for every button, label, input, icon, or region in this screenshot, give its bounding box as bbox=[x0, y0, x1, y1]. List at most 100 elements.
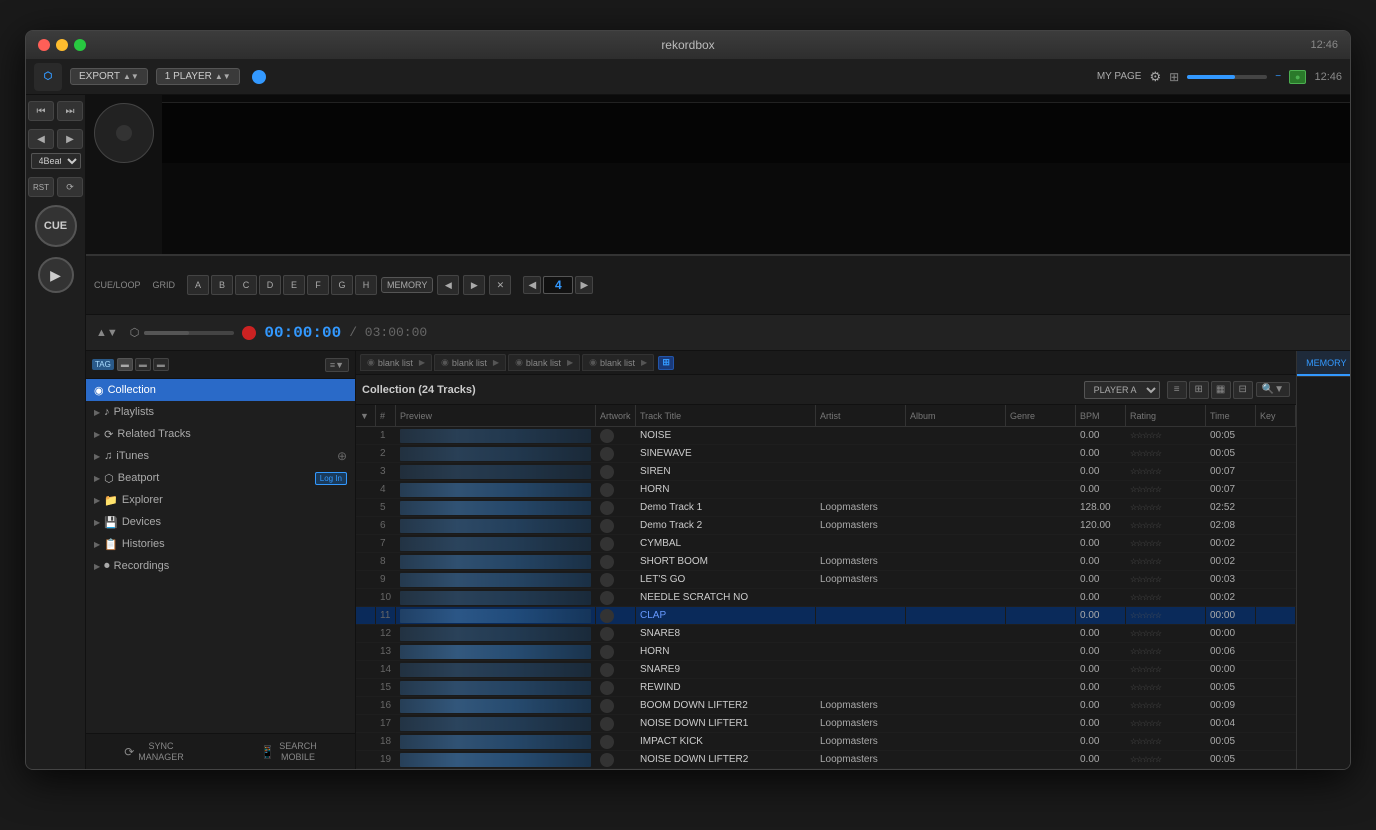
memory-tab[interactable]: MEMORY bbox=[1297, 351, 1351, 376]
track-row[interactable]: 10 NEEDLE SCRATCH NO 0.00 ☆☆☆☆☆ 00:02 bbox=[356, 589, 1296, 607]
sidebar-item-devices[interactable]: ▶ 💾 Devices bbox=[86, 511, 355, 533]
track-num-16: 17 bbox=[376, 715, 396, 732]
list-view-btn[interactable]: ≡ bbox=[1167, 381, 1187, 399]
pad-b[interactable]: B bbox=[211, 275, 233, 295]
left-controls: ⏮ ⏭ ◀ ▶ 4Beats 🔍 RST ⟳ ◁ CUE ▶ bbox=[26, 95, 86, 769]
track-row[interactable]: 1 NOISE 0.00 ☆☆☆☆☆ 00:05 bbox=[356, 427, 1296, 445]
cue-button[interactable]: CUE bbox=[35, 205, 77, 247]
record-button[interactable] bbox=[242, 326, 256, 340]
sidebar-item-beatport[interactable]: ▶ ⬡ Beatport Log In bbox=[86, 467, 355, 489]
track-filter-7 bbox=[356, 553, 376, 570]
search-button[interactable]: 🔍▼ bbox=[1256, 382, 1290, 397]
track-row[interactable]: 12 SNARE8 0.00 ☆☆☆☆☆ 00:00 bbox=[356, 625, 1296, 643]
sidebar-view-btn-3[interactable]: ▬ bbox=[153, 358, 169, 371]
volume-bar[interactable] bbox=[1187, 75, 1267, 79]
mini-wave-7 bbox=[400, 555, 591, 569]
forward-button[interactable]: ▶ bbox=[57, 129, 83, 149]
recordings-icon: ⏺ bbox=[104, 560, 110, 573]
track-row[interactable]: 11 CLAP 0.00 ☆☆☆☆☆ 00:00 bbox=[356, 607, 1296, 625]
sidebar-item-collection[interactable]: ◉ Collection bbox=[86, 379, 355, 401]
skip-forward-button[interactable]: ⏭ bbox=[57, 101, 83, 121]
track-album-15 bbox=[906, 697, 1006, 714]
th-artist: Artist bbox=[816, 405, 906, 426]
sidebar-item-explorer[interactable]: ▶ 📁 Explorer bbox=[86, 489, 355, 511]
tempo-up-icon[interactable]: ▲▼ bbox=[94, 325, 120, 341]
track-row[interactable]: 9 LET'S GO Loopmasters 0.00 ☆☆☆☆☆ 00:03 bbox=[356, 571, 1296, 589]
sidebar-item-recordings[interactable]: ▶ ⏺ Recordings bbox=[86, 555, 355, 577]
artwork-mini-11 bbox=[600, 627, 614, 641]
loop-nav-next[interactable]: ▶ bbox=[575, 276, 593, 294]
track-row[interactable]: 14 SNARE9 0.00 ☆☆☆☆☆ 00:00 bbox=[356, 661, 1296, 679]
track-row[interactable]: 2 SINEWAVE 0.00 ☆☆☆☆☆ 00:05 bbox=[356, 445, 1296, 463]
track-row[interactable]: 15 REWIND 0.00 ☆☆☆☆☆ 00:05 bbox=[356, 679, 1296, 697]
sidebar-item-related[interactable]: ▶ ⟳ Related Tracks bbox=[86, 423, 355, 445]
sidebar-view-btn-1[interactable]: ▬ bbox=[117, 358, 133, 371]
sidebar-item-histories[interactable]: ▶ 📋 Histories bbox=[86, 533, 355, 555]
pad-a[interactable]: A bbox=[187, 275, 209, 295]
pad-g[interactable]: G bbox=[331, 275, 353, 295]
pad-f[interactable]: F bbox=[307, 275, 329, 295]
vol-minus-icon[interactable]: − bbox=[1275, 71, 1281, 82]
track-table[interactable]: ▼ # Preview Artwork Track Title Artist A… bbox=[356, 405, 1296, 769]
track-row[interactable]: 18 IMPACT KICK Loopmasters 0.00 ☆☆☆☆☆ 00… bbox=[356, 733, 1296, 751]
itunes-add-icon[interactable]: ⊕ bbox=[337, 449, 347, 463]
deck-tab-2[interactable]: ◉ blank list ▶ bbox=[434, 354, 506, 371]
sync-manager-button[interactable]: ⟳ SYNC MANAGER bbox=[118, 739, 190, 765]
sidebar-view-btn-2[interactable]: ▬ bbox=[135, 358, 151, 371]
maximize-button[interactable] bbox=[74, 39, 86, 51]
track-rating-11: ☆☆☆☆☆ bbox=[1126, 625, 1206, 642]
loop-play-btn[interactable]: ▶ bbox=[463, 275, 485, 295]
track-bpm-14: 0.00 bbox=[1076, 679, 1126, 696]
track-row[interactable]: 5 Demo Track 1 Loopmasters 128.00 ☆☆☆☆☆ … bbox=[356, 499, 1296, 517]
loop-btn[interactable]: ⟳ bbox=[57, 177, 83, 197]
loop-prev-btn[interactable]: ◀ bbox=[437, 275, 459, 295]
minimize-button[interactable] bbox=[56, 39, 68, 51]
track-row[interactable]: 19 NOISE DOWN LIFTER2 Loopmasters 0.00 ☆… bbox=[356, 751, 1296, 769]
skip-back-button[interactable]: ⏮ bbox=[28, 101, 54, 121]
pad-c[interactable]: C bbox=[235, 275, 257, 295]
search-mobile-button[interactable]: 📱 SEARCH MOBILE bbox=[254, 739, 322, 765]
track-num-7: 8 bbox=[376, 553, 396, 570]
login-button[interactable]: Log In bbox=[315, 472, 347, 485]
track-row[interactable]: 13 HORN 0.00 ☆☆☆☆☆ 00:06 bbox=[356, 643, 1296, 661]
player-select[interactable]: PLAYER A bbox=[1084, 381, 1160, 399]
track-preview-14 bbox=[396, 679, 596, 696]
track-time-1: 00:05 bbox=[1206, 445, 1256, 462]
deck-tab-3[interactable]: ◉ blank list ▶ bbox=[508, 354, 580, 371]
play-button[interactable]: ▶ bbox=[38, 257, 74, 293]
pad-h[interactable]: H bbox=[355, 275, 377, 295]
track-row[interactable]: 4 HORN 0.00 ☆☆☆☆☆ 00:07 bbox=[356, 481, 1296, 499]
track-row[interactable]: 16 BOOM DOWN LIFTER2 Loopmasters 0.00 ☆☆… bbox=[356, 697, 1296, 715]
track-row[interactable]: 6 Demo Track 2 Loopmasters 120.00 ☆☆☆☆☆ … bbox=[356, 517, 1296, 535]
rst-button[interactable]: RST bbox=[28, 177, 54, 197]
track-row[interactable]: 8 SHORT BOOM Loopmasters 0.00 ☆☆☆☆☆ 00:0… bbox=[356, 553, 1296, 571]
export-button[interactable]: EXPORT ▲▼ bbox=[70, 68, 148, 85]
pitch-bend-icon[interactable]: ⬡ bbox=[128, 324, 142, 341]
loop-nav-prev[interactable]: ◀ bbox=[523, 276, 541, 294]
deck-tab-4[interactable]: ◉ blank list ▶ bbox=[582, 354, 654, 371]
artwork-view-btn[interactable]: ⊟ bbox=[1233, 381, 1253, 399]
loop-close-btn[interactable]: ✕ bbox=[489, 275, 511, 295]
album-view-btn[interactable]: ▦ bbox=[1211, 381, 1231, 399]
pad-e[interactable]: E bbox=[283, 275, 305, 295]
grid-view-btn[interactable]: ⊞ bbox=[1189, 381, 1209, 399]
beats-select[interactable]: 4Beats bbox=[31, 153, 81, 169]
logo-btn[interactable]: ⬡ bbox=[34, 63, 62, 91]
player-button[interactable]: 1 PLAYER ▲▼ bbox=[156, 68, 240, 85]
pad-d[interactable]: D bbox=[259, 275, 281, 295]
player-arrow-icon: ▲▼ bbox=[215, 72, 231, 81]
sidebar-item-playlists[interactable]: ▶ ♪ Playlists bbox=[86, 401, 355, 423]
active-deck-btn[interactable]: ⊞ bbox=[658, 356, 674, 370]
backward-button[interactable]: ◀ bbox=[28, 129, 54, 149]
pitch-slider[interactable] bbox=[144, 331, 234, 335]
sidebar-list-btn[interactable]: ≡▼ bbox=[325, 358, 349, 372]
settings-icon[interactable]: ⚙ bbox=[1149, 69, 1161, 85]
track-preview-13 bbox=[396, 661, 596, 678]
memory-button[interactable]: MEMORY bbox=[381, 277, 433, 293]
track-row[interactable]: 7 CYMBAL 0.00 ☆☆☆☆☆ 00:02 bbox=[356, 535, 1296, 553]
sidebar-item-itunes[interactable]: ▶ ♫ iTunes ⊕ bbox=[86, 445, 355, 467]
close-button[interactable] bbox=[38, 39, 50, 51]
deck-tab-1[interactable]: ◉ blank list ▶ bbox=[360, 354, 432, 371]
track-row[interactable]: 3 SIREN 0.00 ☆☆☆☆☆ 00:07 bbox=[356, 463, 1296, 481]
track-row[interactable]: 17 NOISE DOWN LIFTER1 Loopmasters 0.00 ☆… bbox=[356, 715, 1296, 733]
